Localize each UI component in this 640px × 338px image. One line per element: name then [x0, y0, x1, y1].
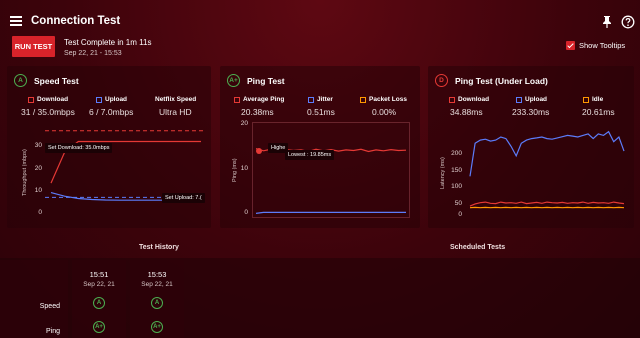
legend-idle-label: Idle [592, 96, 604, 103]
app-title: Connection Test [31, 15, 121, 27]
help-icon[interactable] [621, 15, 635, 29]
tab-test-history[interactable]: Test History [139, 244, 179, 251]
y-tick: 150 [451, 167, 462, 174]
history-column[interactable]: 15:51 Sep 22, 21 A A+ [72, 260, 126, 338]
show-tooltips-label: Show Tooltips [579, 41, 626, 50]
download-swatch-icon [28, 96, 34, 103]
upload-value: 6 / 7.0mbps [89, 107, 134, 117]
y-tick: 10 [34, 187, 42, 194]
load-download-value: 34.88ms [450, 107, 483, 117]
jitter-value: 0.51ms [307, 107, 335, 117]
legend-netflix-label: Netflix Speed [155, 96, 197, 103]
set-upload-tooltip: Set Upload: 7.( [162, 193, 205, 203]
speed-test-panel: A Speed Test Download 31 / 35.0mbps Uplo… [7, 66, 211, 228]
netflix-value: Ultra HD [159, 107, 192, 117]
ping-load-title: Ping Test (Under Load) [455, 76, 548, 86]
series-line-download [469, 201, 625, 207]
history-row-labels: Speed Ping [0, 260, 68, 338]
history-time: 15:53 [147, 270, 167, 279]
series-line-jitter [255, 211, 406, 214]
legend-jitter[interactable]: Jitter [308, 96, 333, 103]
legend-upload-label: Upload [105, 96, 128, 103]
y-tick: 10 [240, 165, 248, 172]
legend-load-upload[interactable]: Upload [516, 96, 547, 103]
y-tick: 100 [451, 183, 462, 190]
row-label-ping: Ping [45, 328, 60, 335]
run-test-button[interactable]: RUN TEST [12, 36, 55, 57]
history-column[interactable]: 15:53 Sep 22, 21 A A+ [130, 260, 184, 338]
ping-test-panel: A+ Ping Test Average Ping 20.38ms Jitter… [220, 66, 420, 228]
y-tick: 0 [244, 209, 248, 216]
packet-loss-value: 0.00% [372, 107, 397, 117]
test-timestamp: Sep 22, 21 - 15:53 [64, 50, 122, 57]
ping-chart[interactable] [252, 122, 410, 218]
legend-load-upload-label: Upload [525, 96, 548, 103]
y-tick: 20 [34, 165, 42, 172]
y-tick: 20 [240, 120, 248, 127]
latency-chart[interactable] [466, 122, 626, 218]
y-tick: 30 [34, 142, 42, 149]
test-status: Test Complete in 1m 11s [64, 38, 152, 47]
ping-swatch-icon [234, 96, 240, 103]
legend-load-download[interactable]: Download [449, 96, 489, 103]
history-time: 15:51 [89, 270, 109, 279]
y-tick: 50 [454, 200, 462, 207]
ping-test-title: Ping Test [247, 76, 285, 86]
legend-netflix: Netflix Speed [155, 96, 196, 103]
jitter-swatch-icon [308, 96, 314, 103]
set-download-tooltip: Set Download: 35.0mbps [45, 143, 113, 153]
load-download-swatch-icon [449, 96, 455, 103]
ping-load-panel: D Ping Test (Under Load) Download 34.88m… [428, 66, 634, 228]
history-ping-grade-icon: A+ [93, 321, 105, 333]
pin-icon[interactable] [601, 15, 613, 29]
legend-ping-label: Average Ping [243, 96, 285, 103]
idle-swatch-icon [583, 96, 589, 103]
upload-swatch-icon [96, 96, 102, 103]
tab-scheduled-tests[interactable]: Scheduled Tests [450, 244, 505, 251]
ping-grade-badge: A+ [227, 74, 240, 87]
legend-download-label: Download [37, 96, 69, 103]
legend-download[interactable]: Download [28, 96, 68, 103]
show-tooltips-toggle[interactable]: Show Tooltips [566, 41, 625, 50]
legend-packet-loss[interactable]: Packet Loss [360, 96, 407, 103]
row-label-speed: Speed [39, 303, 60, 310]
top-bar: Connection Test [0, 0, 640, 42]
speed-test-title: Speed Test [34, 76, 79, 86]
history-speed-grade-icon: A [151, 297, 163, 309]
average-ping-value: 20.38ms [241, 107, 274, 117]
speed-grade-badge: A [14, 74, 27, 87]
legend-idle[interactable]: Idle [583, 96, 603, 103]
series-line-upload [469, 130, 625, 177]
y-tick: 0 [458, 211, 462, 218]
y-tick: 200 [451, 150, 462, 157]
idle-value: 20.61ms [582, 107, 615, 117]
legend-average-ping[interactable]: Average Ping [234, 96, 284, 103]
latency-y-axis-label: Latency (ms) [440, 157, 446, 189]
hamburger-menu-icon[interactable] [10, 16, 22, 26]
packet-loss-swatch-icon [360, 96, 366, 103]
legend-jitter-label: Jitter [317, 96, 333, 103]
history-speed-grade-icon: A [93, 297, 105, 309]
load-upload-swatch-icon [516, 96, 522, 103]
legend-packet-loss-label: Packet Loss [369, 96, 407, 103]
legend-upload[interactable]: Upload [96, 96, 127, 103]
ping-load-grade-badge: D [435, 74, 448, 87]
lowest-tooltip: Lowest : 19.85ms [285, 150, 335, 160]
highest-marker [256, 148, 262, 154]
y-tick: 0 [38, 209, 42, 216]
load-upload-value: 233.30ms [512, 107, 550, 117]
history-date: Sep 22, 21 [141, 281, 173, 288]
speed-chart[interactable] [45, 122, 205, 218]
history-date: Sep 22, 21 [83, 281, 115, 288]
show-tooltips-checkbox[interactable] [566, 41, 575, 50]
history-ping-grade-icon: A+ [151, 321, 163, 333]
download-value: 31 / 35.0mbps [21, 107, 75, 117]
legend-load-download-label: Download [458, 96, 490, 103]
chart-frame [252, 122, 410, 218]
